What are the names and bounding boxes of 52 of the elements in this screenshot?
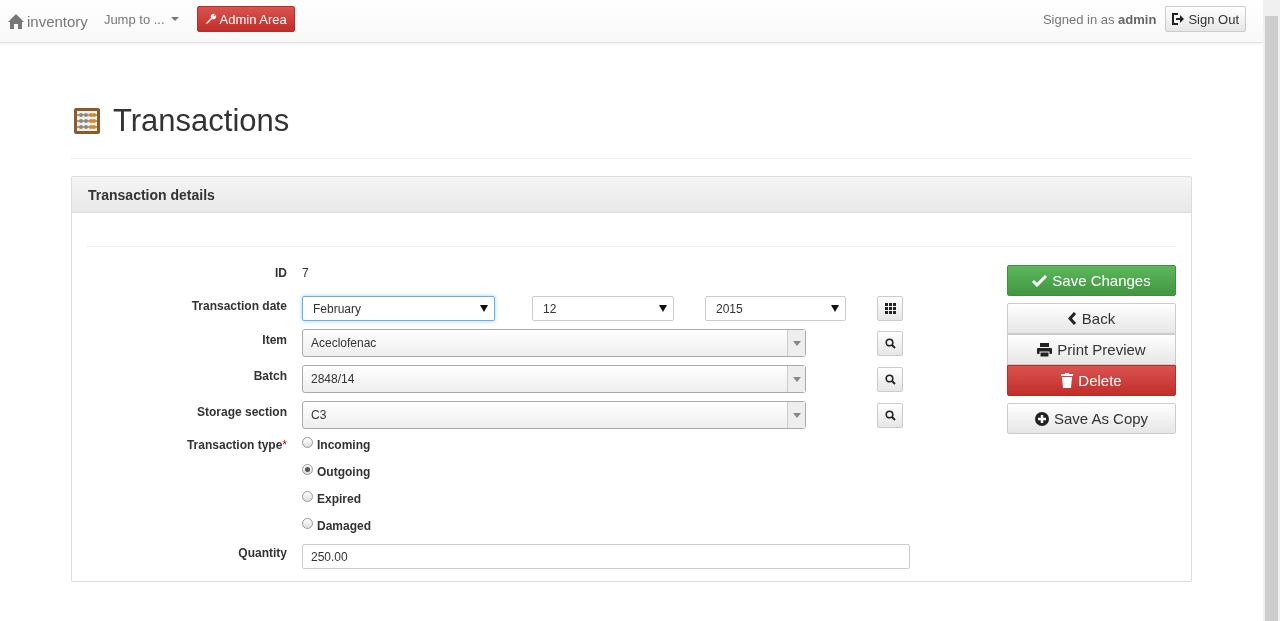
jump-to-menu[interactable]: Jump to ... bbox=[103, 11, 179, 27]
back-button[interactable]: Back bbox=[1007, 303, 1176, 334]
printer-icon bbox=[1037, 342, 1053, 357]
search-icon bbox=[884, 373, 896, 385]
field-label: Batch bbox=[252, 369, 288, 383]
quantity-field[interactable]: 250.00 bbox=[302, 544, 910, 569]
grid-icon bbox=[884, 303, 896, 314]
combo-box[interactable]: Aceclofenac bbox=[302, 329, 806, 357]
radio-option[interactable]: Damaged bbox=[302, 518, 372, 534]
save-as-copy-button[interactable]: Save As Copy bbox=[1007, 403, 1176, 434]
radio-button[interactable] bbox=[302, 491, 313, 502]
plus-circle-icon bbox=[1034, 411, 1049, 426]
radio-button[interactable] bbox=[302, 518, 313, 529]
date-select[interactable]: 12 bbox=[532, 296, 674, 321]
search-icon bbox=[884, 337, 896, 349]
field-label: Storage section bbox=[195, 405, 288, 419]
sign-out-button[interactable]: Sign Out bbox=[1165, 6, 1246, 32]
admin-area-button[interactable]: Admin Area bbox=[196, 6, 295, 32]
print-preview-button[interactable]: Print Preview bbox=[1007, 334, 1176, 365]
search-icon bbox=[884, 409, 896, 421]
abacus-icon bbox=[73, 107, 101, 135]
page-title: Transactions bbox=[113, 102, 290, 140]
sign-out-icon bbox=[1172, 13, 1186, 25]
combo-box[interactable]: 2848/14 bbox=[302, 365, 806, 393]
wrench-icon bbox=[204, 13, 217, 25]
id-value: 7 bbox=[302, 266, 309, 280]
panel-title: Transaction details bbox=[88, 186, 215, 203]
date-select[interactable]: 2015 bbox=[705, 296, 846, 321]
chevron-left-icon bbox=[1067, 312, 1077, 325]
date-select[interactable]: February bbox=[302, 296, 495, 321]
combo-box[interactable]: C3 bbox=[302, 401, 806, 429]
radio-button[interactable] bbox=[302, 464, 313, 475]
search-button[interactable] bbox=[877, 366, 903, 392]
field-label: ID bbox=[274, 266, 288, 280]
radio-option[interactable]: Outgoing bbox=[302, 464, 372, 480]
field-label: Transaction date bbox=[190, 298, 288, 313]
brand-link[interactable]: inventory bbox=[8, 12, 88, 30]
field-label: Item bbox=[261, 333, 288, 347]
field-label: Transaction type* bbox=[185, 438, 288, 452]
search-button[interactable] bbox=[877, 330, 903, 356]
check-icon bbox=[1032, 274, 1048, 287]
radio-option[interactable]: Incoming bbox=[302, 437, 372, 453]
home-icon bbox=[8, 13, 24, 29]
signed-in-text: Signed in as admin bbox=[1042, 11, 1157, 27]
radio-option[interactable]: Expired bbox=[302, 491, 372, 507]
trash-icon bbox=[1061, 373, 1074, 388]
radio-button[interactable] bbox=[302, 437, 313, 448]
scrollbar[interactable] bbox=[1263, 0, 1280, 621]
calendar-button[interactable] bbox=[877, 296, 903, 321]
search-button[interactable] bbox=[877, 402, 903, 428]
delete-button[interactable]: Delete bbox=[1007, 365, 1176, 396]
field-label: Quantity bbox=[237, 545, 288, 560]
